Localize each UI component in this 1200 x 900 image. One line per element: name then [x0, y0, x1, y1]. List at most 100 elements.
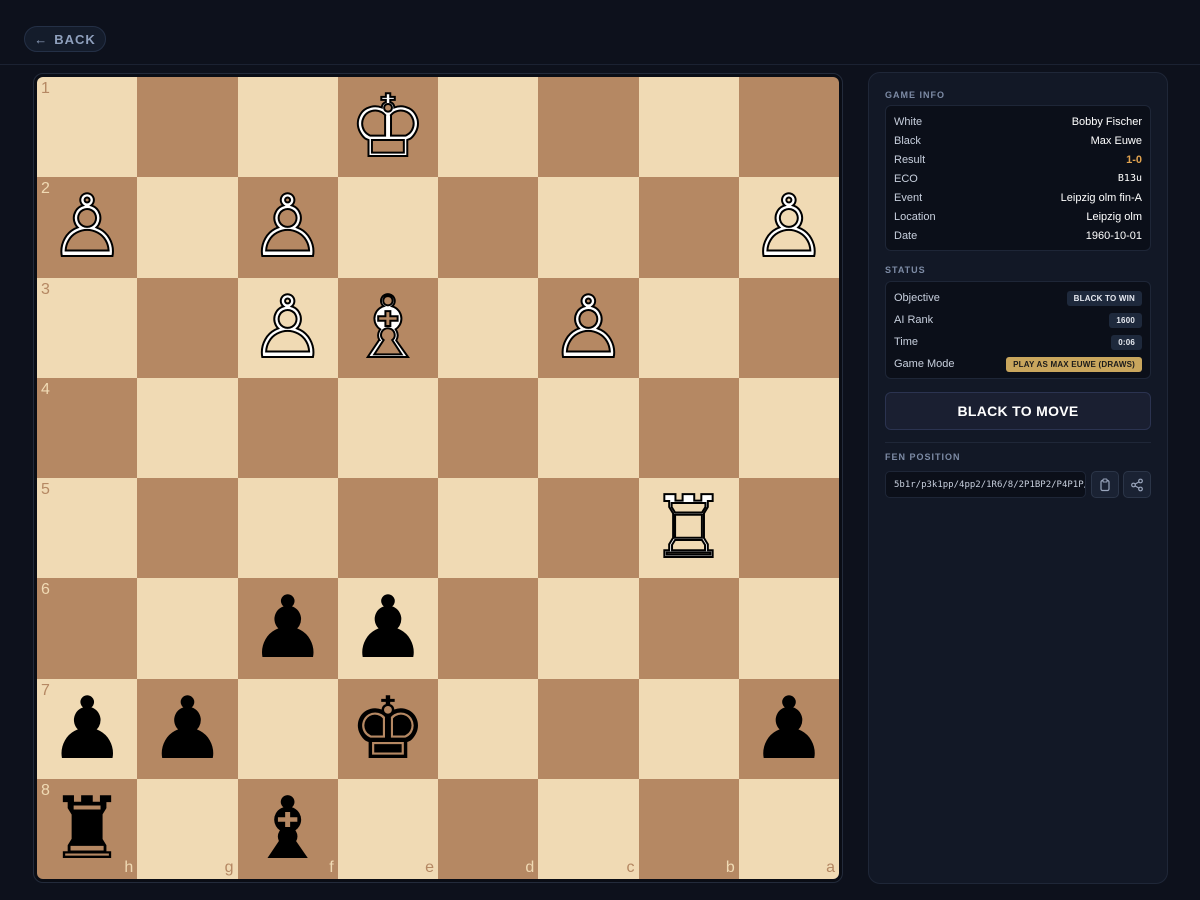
white-pawn-icon[interactable]: ♙ [248, 284, 327, 372]
square-e7[interactable]: ♚ [337, 678, 438, 779]
black-pawn-icon[interactable]: ♟ [149, 686, 226, 772]
square-d8[interactable]: d [438, 778, 539, 879]
square-h5[interactable]: 5 [37, 478, 138, 579]
square-a3[interactable] [738, 277, 839, 378]
square-g6[interactable] [137, 578, 238, 679]
info-value: Bobby Fischer [1071, 115, 1142, 128]
square-d3[interactable] [438, 277, 539, 378]
square-e3[interactable]: ♗ [337, 277, 438, 378]
white-pawn-icon[interactable]: ♙ [749, 183, 828, 271]
square-a7[interactable]: ♟ [738, 678, 839, 779]
status-key: Time [894, 336, 919, 348]
square-a1[interactable] [738, 77, 839, 178]
square-d4[interactable] [438, 377, 539, 478]
square-c3[interactable]: ♙ [538, 277, 639, 378]
square-a6[interactable] [738, 578, 839, 679]
square-a2[interactable]: ♙ [738, 177, 839, 278]
black-pawn-icon[interactable]: ♟ [49, 686, 126, 772]
square-e1[interactable]: ♔ [337, 77, 438, 178]
divider [885, 442, 1151, 443]
square-f7[interactable] [237, 678, 338, 779]
square-b1[interactable] [638, 77, 739, 178]
square-c1[interactable] [538, 77, 639, 178]
back-button[interactable]: ← BACK [24, 26, 106, 52]
square-e4[interactable] [337, 377, 438, 478]
square-e8[interactable]: e [337, 778, 438, 879]
black-pawn-icon[interactable]: ♟ [750, 686, 827, 772]
square-h6[interactable]: 6 [37, 578, 138, 679]
clipboard-icon [1100, 477, 1110, 491]
square-e5[interactable] [337, 478, 438, 579]
status-row-objective: Objective BLACK TO WIN [886, 287, 1150, 309]
rank-label: 4 [41, 380, 50, 398]
square-c5[interactable] [538, 478, 639, 579]
chess-board[interactable]: 1 ♔ 2 ♙ ♙ ♙ 3 ♙ ♗ ♙ 4 5 ♖ 6 ♟ ♟ 7 ♟ ♟ ♚ ♟ 8 h ♜ g f ♝ e d c b a [37, 77, 839, 879]
square-b4[interactable] [638, 377, 739, 478]
white-pawn-icon[interactable]: ♙ [549, 284, 628, 372]
white-pawn-icon[interactable]: ♙ [48, 183, 127, 271]
square-h7[interactable]: 7 ♟ [37, 678, 138, 779]
square-f3[interactable]: ♙ [237, 277, 338, 378]
square-d5[interactable] [438, 478, 539, 579]
square-a4[interactable] [738, 377, 839, 478]
info-value: Leipzig olm [1086, 210, 1142, 223]
square-g1[interactable] [137, 77, 238, 178]
info-key: Result [894, 153, 926, 166]
square-b7[interactable] [638, 678, 739, 779]
square-b8[interactable]: b [638, 778, 739, 879]
square-d2[interactable] [438, 177, 539, 278]
square-f8[interactable]: f ♝ [237, 778, 338, 879]
black-pawn-icon[interactable]: ♟ [249, 585, 326, 671]
turn-indicator-button[interactable]: BLACK TO MOVE [885, 392, 1151, 430]
status-key: Game Mode [894, 358, 955, 370]
square-h4[interactable]: 4 [37, 377, 138, 478]
white-king-icon[interactable]: ♔ [348, 83, 427, 171]
square-b2[interactable] [638, 177, 739, 278]
square-d7[interactable] [438, 678, 539, 779]
square-c2[interactable] [538, 177, 639, 278]
square-g2[interactable] [137, 177, 238, 278]
rank-label: 2 [41, 180, 50, 198]
black-king-icon[interactable]: ♚ [349, 686, 426, 772]
square-g4[interactable] [137, 377, 238, 478]
square-h8[interactable]: 8 h ♜ [37, 778, 138, 879]
square-g3[interactable] [137, 277, 238, 378]
share-fen-button[interactable] [1123, 471, 1151, 498]
square-g7[interactable]: ♟ [137, 678, 238, 779]
status-row-time: Time 0:06 [886, 331, 1150, 353]
square-h1[interactable]: 1 [37, 77, 138, 178]
white-pawn-icon[interactable]: ♙ [248, 183, 327, 271]
square-e2[interactable] [337, 177, 438, 278]
square-g5[interactable] [137, 478, 238, 579]
square-b3[interactable] [638, 277, 739, 378]
square-f2[interactable]: ♙ [237, 177, 338, 278]
square-a5[interactable] [738, 478, 839, 579]
black-pawn-icon[interactable]: ♟ [349, 585, 426, 671]
square-f6[interactable]: ♟ [237, 578, 338, 679]
white-rook-icon[interactable]: ♖ [649, 484, 728, 572]
square-b5[interactable]: ♖ [638, 478, 739, 579]
black-rook-icon[interactable]: ♜ [49, 786, 126, 872]
square-c7[interactable] [538, 678, 639, 779]
white-bishop-icon[interactable]: ♗ [348, 284, 427, 372]
square-c8[interactable]: c [538, 778, 639, 879]
square-h2[interactable]: 2 ♙ [37, 177, 138, 278]
square-g8[interactable]: g [137, 778, 238, 879]
square-b6[interactable] [638, 578, 739, 679]
square-f1[interactable] [237, 77, 338, 178]
square-h3[interactable]: 3 [37, 277, 138, 378]
square-f5[interactable] [237, 478, 338, 579]
copy-fen-button[interactable] [1091, 471, 1119, 498]
info-key: Date [894, 229, 918, 242]
square-f4[interactable] [237, 377, 338, 478]
square-d6[interactable] [438, 578, 539, 679]
file-label: a [826, 859, 835, 876]
info-value: B13u [1117, 173, 1142, 184]
black-bishop-icon[interactable]: ♝ [249, 786, 326, 872]
square-c4[interactable] [538, 377, 639, 478]
square-c6[interactable] [538, 578, 639, 679]
square-d1[interactable] [438, 77, 539, 178]
fen-field[interactable]: 5b1r/p3k1pp/4pp2/1R6/8/2P1BP2/P4P1P/3 [885, 471, 1086, 498]
square-e6[interactable]: ♟ [337, 578, 438, 679]
square-a8[interactable]: a [738, 778, 839, 879]
